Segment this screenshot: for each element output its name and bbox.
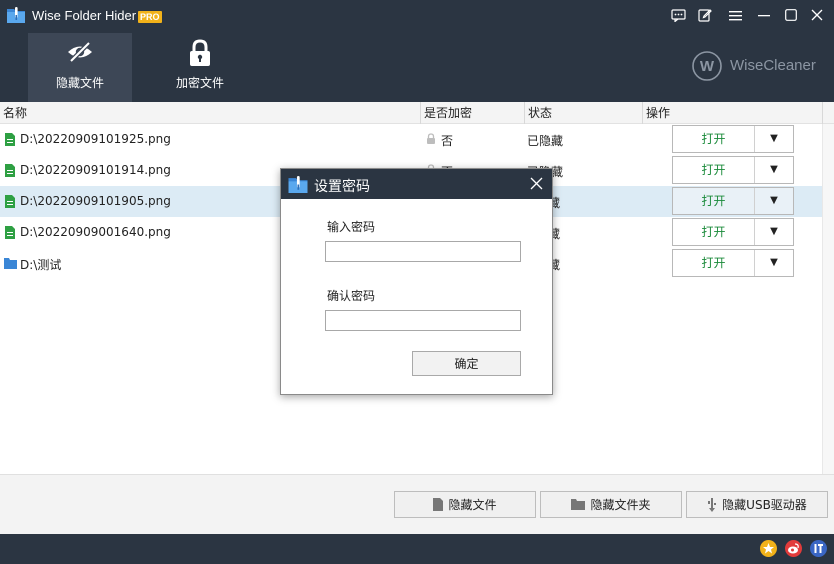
list-header: 名称 是否加密 状态 操作 — [0, 102, 834, 124]
caret-down-icon: ▼ — [770, 257, 778, 268]
dialog-title-bar: 设置密码 — [281, 169, 552, 199]
open-button[interactable]: 打开 — [673, 219, 755, 245]
folder-icon — [4, 258, 17, 269]
menu-icon — [728, 10, 742, 20]
file-icon — [5, 226, 15, 239]
status-bar — [0, 534, 834, 564]
edit-button[interactable] — [694, 5, 716, 25]
open-split-button: 打开 ▼ — [672, 249, 794, 277]
status-value: 已隐藏 — [527, 134, 564, 148]
wisecleaner-brand[interactable]: W WiseCleaner — [690, 51, 830, 81]
encrypted-value: 否 — [441, 134, 454, 148]
menu-button[interactable] — [724, 5, 746, 25]
weibo-icon — [788, 543, 799, 554]
file-name: D:\20220909101905.png — [20, 194, 171, 208]
minimize-icon — [758, 15, 770, 17]
lock-icon — [427, 133, 435, 144]
tieba-button[interactable] — [810, 540, 827, 557]
maximize-icon — [785, 9, 797, 21]
caret-down-icon: ▼ — [770, 133, 778, 144]
file-name: D:\20220909001640.png — [20, 225, 171, 239]
tab-encrypt-files[interactable]: 加密文件 — [148, 33, 252, 102]
confirm-password-label: 确认密码 — [327, 289, 376, 303]
caret-down-icon: ▼ — [770, 226, 778, 237]
app-logo-icon — [7, 7, 25, 23]
file-icon — [5, 195, 15, 208]
star-button[interactable] — [760, 540, 777, 557]
open-split-button: 打开 ▼ — [672, 218, 794, 246]
tab-encrypt-files-label: 加密文件 — [175, 76, 224, 90]
app-logo-icon — [288, 176, 308, 193]
ok-button[interactable]: 确定 — [412, 351, 521, 376]
list-scrollbar[interactable] — [822, 124, 834, 474]
column-status[interactable]: 状态 — [525, 102, 643, 124]
star-icon — [763, 543, 774, 554]
hide-usb-label: 隐藏USB驱动器 — [722, 498, 807, 512]
title-bar: Wise Folder Hider PRO 隐藏文件 加密文件 W WiseCl… — [0, 0, 834, 102]
lock-icon — [190, 39, 210, 66]
open-button[interactable]: 打开 — [673, 126, 755, 152]
file-name: D:\20220909101914.png — [20, 163, 171, 177]
eye-slash-icon — [68, 41, 92, 63]
feedback-button[interactable] — [667, 5, 689, 25]
close-button[interactable] — [806, 5, 828, 25]
file-name: D:\20220909101925.png — [20, 132, 171, 146]
close-icon[interactable] — [529, 176, 544, 191]
open-split-button: 打开 ▼ — [672, 125, 794, 153]
hide-folder-button[interactable]: 隐藏文件夹 — [540, 491, 682, 518]
minimize-button[interactable] — [753, 5, 775, 25]
open-split-button: 打开 ▼ — [672, 156, 794, 184]
column-encrypted[interactable]: 是否加密 — [421, 102, 525, 124]
file-name: D:\测试 — [20, 258, 62, 272]
weibo-button[interactable] — [785, 540, 802, 557]
open-dropdown-button[interactable]: ▼ — [755, 250, 793, 276]
app-title: Wise Folder Hider — [32, 8, 137, 23]
wisecleaner-w-icon: W — [692, 51, 722, 81]
action-bar: 隐藏文件 隐藏文件夹 隐藏USB驱动器 — [0, 474, 834, 534]
hide-file-label: 隐藏文件 — [448, 498, 497, 512]
maximize-button[interactable] — [780, 5, 802, 25]
confirm-password-input[interactable] — [325, 310, 521, 331]
tab-hide-files-label: 隐藏文件 — [55, 76, 104, 90]
open-button[interactable]: 打开 — [673, 250, 755, 276]
brand-name: WiseCleaner — [730, 57, 816, 74]
tab-hide-files[interactable]: 隐藏文件 — [28, 33, 132, 102]
edit-icon — [698, 9, 712, 22]
feedback-icon — [670, 8, 686, 22]
column-name[interactable]: 名称 — [0, 102, 421, 124]
password-label: 输入密码 — [327, 220, 376, 234]
open-dropdown-button[interactable]: ▼ — [755, 157, 793, 183]
caret-down-icon: ▼ — [770, 164, 778, 175]
column-actions[interactable]: 操作 — [643, 102, 823, 124]
table-row[interactable]: D:\20220909101925.png 否 已隐藏 打开 ▼ — [0, 124, 822, 155]
file-icon — [5, 133, 15, 146]
tieba-icon — [814, 544, 823, 553]
caret-down-icon: ▼ — [770, 195, 778, 206]
password-input[interactable] — [325, 241, 521, 262]
file-icon — [433, 498, 444, 511]
file-icon — [5, 164, 15, 177]
hide-usb-button[interactable]: 隐藏USB驱动器 — [686, 491, 828, 518]
open-button[interactable]: 打开 — [673, 157, 755, 183]
pro-badge: PRO — [138, 11, 162, 23]
folder-icon — [571, 499, 586, 510]
usb-icon — [708, 497, 717, 512]
open-button[interactable]: 打开 — [673, 188, 755, 214]
open-dropdown-button[interactable]: ▼ — [755, 219, 793, 245]
set-password-dialog: 设置密码 输入密码 确认密码 确定 — [280, 168, 553, 395]
close-icon — [811, 9, 823, 21]
hide-file-button[interactable]: 隐藏文件 — [394, 491, 536, 518]
svg-text:W: W — [700, 58, 715, 75]
open-split-button: 打开 ▼ — [672, 187, 794, 215]
open-dropdown-button[interactable]: ▼ — [755, 126, 793, 152]
open-dropdown-button[interactable]: ▼ — [755, 188, 793, 214]
hide-folder-label: 隐藏文件夹 — [590, 498, 651, 512]
dialog-title: 设置密码 — [314, 179, 370, 195]
